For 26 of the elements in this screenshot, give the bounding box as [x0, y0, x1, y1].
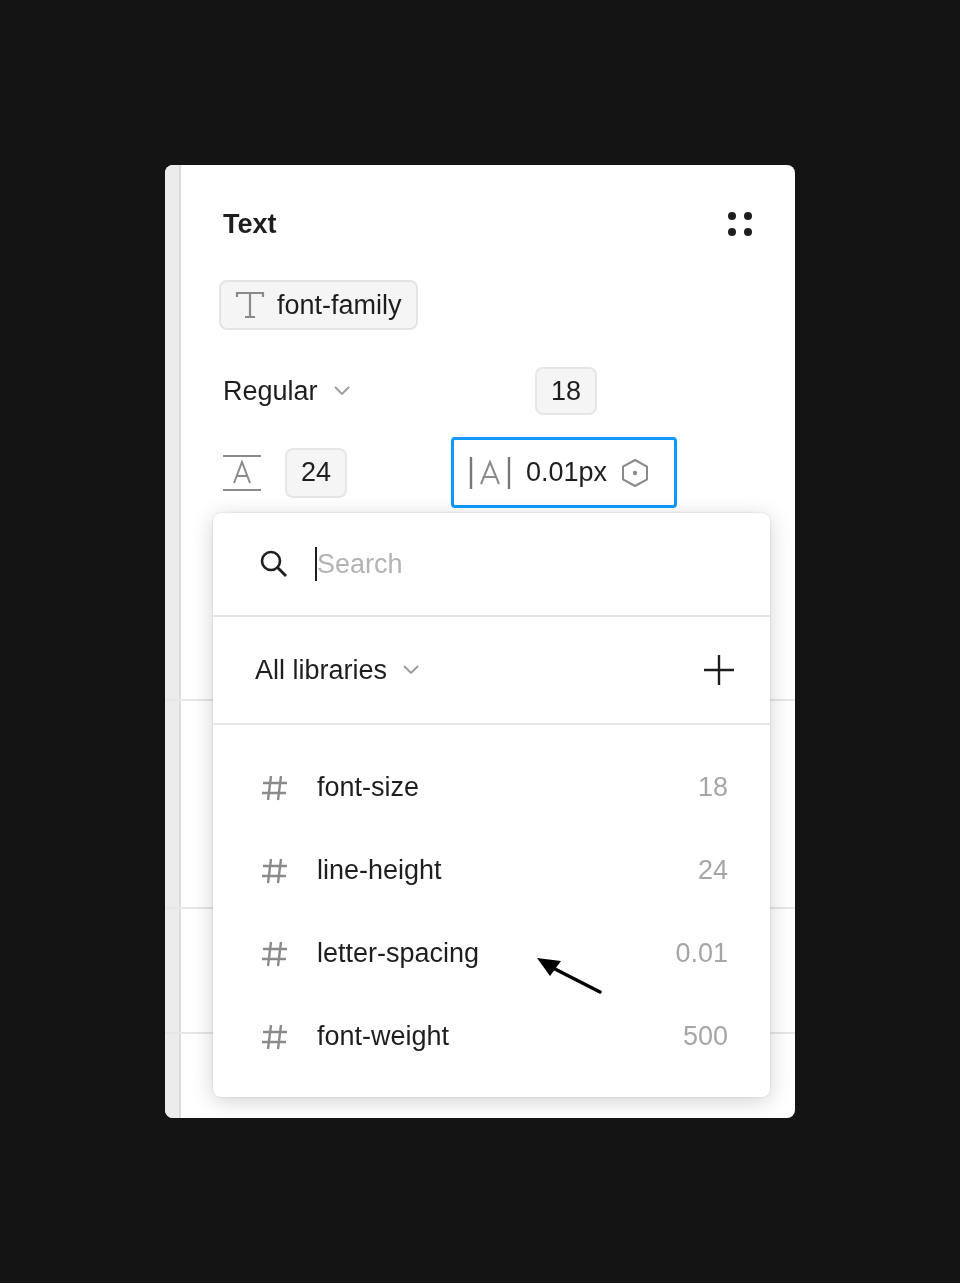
- number-icon: [261, 773, 289, 802]
- font-family-token[interactable]: font-family: [219, 280, 418, 330]
- variable-item[interactable]: letter-spacing 0.01: [213, 912, 770, 995]
- number-icon: [261, 939, 289, 968]
- library-dropdown[interactable]: All libraries: [255, 654, 420, 686]
- variable-item[interactable]: line-height 24: [213, 829, 770, 912]
- search-field[interactable]: Search: [317, 548, 740, 580]
- pointer-arrow: [537, 958, 602, 994]
- variable-item[interactable]: font-weight 500: [213, 995, 770, 1078]
- font-style-dropdown[interactable]: Regular: [223, 375, 535, 407]
- chevron-down-icon: [333, 386, 350, 396]
- line-height-icon: [223, 453, 261, 492]
- variable-hexagon-icon[interactable]: [621, 457, 650, 488]
- text-icon: [235, 291, 265, 319]
- text-cursor: [315, 547, 317, 581]
- number-icon: [261, 856, 289, 885]
- variable-item[interactable]: font-size 18: [213, 746, 770, 829]
- number-icon: [261, 1022, 289, 1051]
- line-height-field[interactable]: 24: [285, 447, 348, 498]
- chevron-down-icon: [403, 665, 420, 675]
- font-size-field[interactable]: 18: [535, 367, 598, 415]
- grid-dots-icon[interactable]: [727, 211, 753, 237]
- section-title: Text: [223, 208, 277, 240]
- letter-spacing-field[interactable]: 0.01px: [451, 437, 678, 508]
- add-icon[interactable]: [704, 655, 734, 685]
- search-icon: [259, 549, 289, 579]
